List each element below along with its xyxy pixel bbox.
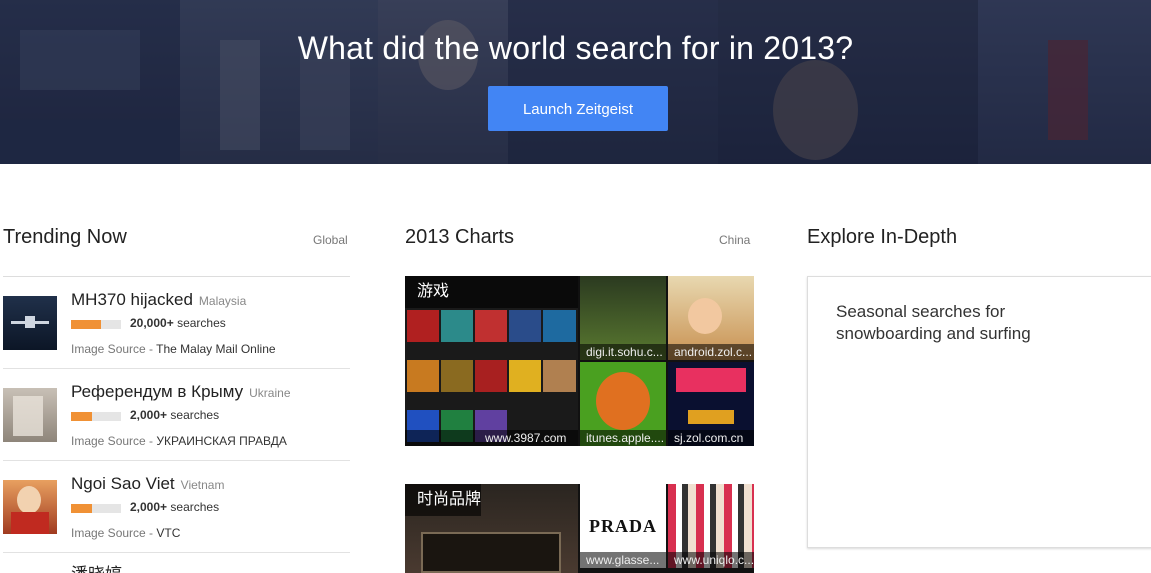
chart-card-label: 游戏	[405, 276, 578, 308]
chart-image: sj.zol.com.cn	[668, 362, 754, 446]
chart-image: www.3987.com	[405, 428, 578, 446]
trending-region[interactable]: Global	[313, 233, 348, 247]
trend-thumbnail	[3, 480, 57, 534]
image-caption: android.zol.c...	[668, 344, 754, 360]
popularity-bar	[71, 504, 121, 513]
charts-heading: 2013 Charts	[405, 226, 514, 248]
trend-thumbnail	[3, 388, 57, 442]
trend-item[interactable]: Референдум в Крыму Ukraine 2,000+ searche…	[3, 368, 350, 460]
search-count: 20,000+ searches	[130, 316, 226, 330]
trending-heading: Trending Now	[3, 226, 127, 248]
chart-image: digi.it.sohu.c...	[580, 276, 666, 360]
trend-title[interactable]: MH370 hijacked Malaysia	[71, 290, 246, 310]
explore-card-text: Seasonal searches for snowboarding and s…	[836, 302, 1031, 343]
trend-item[interactable]: Ngoi Sao Viet Vietnam 2,000+ searches Ima…	[3, 460, 350, 552]
chart-image: 时尚品牌	[405, 484, 578, 573]
image-source-link[interactable]: The Malay Mail Online	[156, 342, 275, 356]
charts-region[interactable]: China	[719, 233, 750, 247]
trend-title[interactable]: 潘晓婷	[71, 560, 122, 573]
chart-card-label: 时尚品牌	[405, 484, 482, 516]
chart-card-games[interactable]: 游戏 digi.it.sohu.c... android.zol.c... ww…	[405, 276, 754, 446]
popularity-bar-fill	[71, 412, 92, 421]
chart-image: 游戏	[405, 276, 578, 446]
explore-card[interactable]: Seasonal searches for snowboarding and s…	[807, 276, 1151, 548]
explore-heading: Explore In-Depth	[807, 226, 958, 248]
image-source: Image Source - The Malay Mail Online	[71, 342, 276, 356]
chart-image: itunes.apple....	[580, 362, 666, 446]
trend-title[interactable]: Референдум в Крыму Ukraine	[71, 382, 291, 402]
image-caption: itunes.apple....	[580, 430, 666, 446]
trend-location: Ukraine	[249, 386, 291, 400]
search-count: 2,000+ searches	[130, 500, 220, 514]
image-caption: sj.zol.com.cn	[668, 430, 754, 446]
popularity-bar	[71, 412, 121, 421]
chart-image: android.zol.c...	[668, 276, 754, 360]
hero-banner: What did the world search for in 2013? L…	[0, 0, 1151, 164]
chart-image: PRADA www.glasse...	[580, 484, 666, 568]
prada-logo: PRADA	[589, 516, 657, 536]
trend-title[interactable]: Ngoi Sao Viet Vietnam	[71, 474, 224, 494]
trend-location: Malaysia	[198, 294, 247, 308]
popularity-bar	[71, 320, 121, 329]
image-source-link[interactable]: VTC	[156, 526, 180, 540]
trend-thumbnail	[3, 296, 57, 350]
trend-item[interactable]: MH370 hijacked Malaysia 20,000+ searches …	[3, 276, 350, 368]
image-caption: digi.it.sohu.c...	[580, 344, 666, 360]
image-source-link[interactable]: УКРАИНСКАЯ ПРАВДА	[156, 434, 286, 448]
search-count: 2,000+ searches	[130, 408, 220, 422]
image-caption: www.3987.com	[405, 430, 578, 446]
trend-item[interactable]: 潘晓婷	[3, 552, 350, 573]
popularity-bar-fill	[71, 504, 92, 513]
image-caption: www.uniqlo.c...	[668, 552, 754, 568]
image-source: Image Source - УКРАИНСКАЯ ПРАВДА	[71, 434, 287, 448]
popularity-bar-fill	[71, 320, 101, 329]
hero-title: What did the world search for in 2013?	[297, 30, 854, 66]
launch-zeitgeist-button[interactable]: Launch Zeitgeist	[488, 86, 668, 131]
trend-location: Vietnam	[180, 478, 225, 492]
chart-image: www.uniqlo.c...	[668, 484, 754, 568]
image-source: Image Source - VTC	[71, 526, 181, 540]
image-caption: www.glasse...	[580, 552, 666, 568]
chart-card-fashion[interactable]: 时尚品牌 PRADA www.glasse... www.uniqlo.c...	[405, 484, 754, 573]
